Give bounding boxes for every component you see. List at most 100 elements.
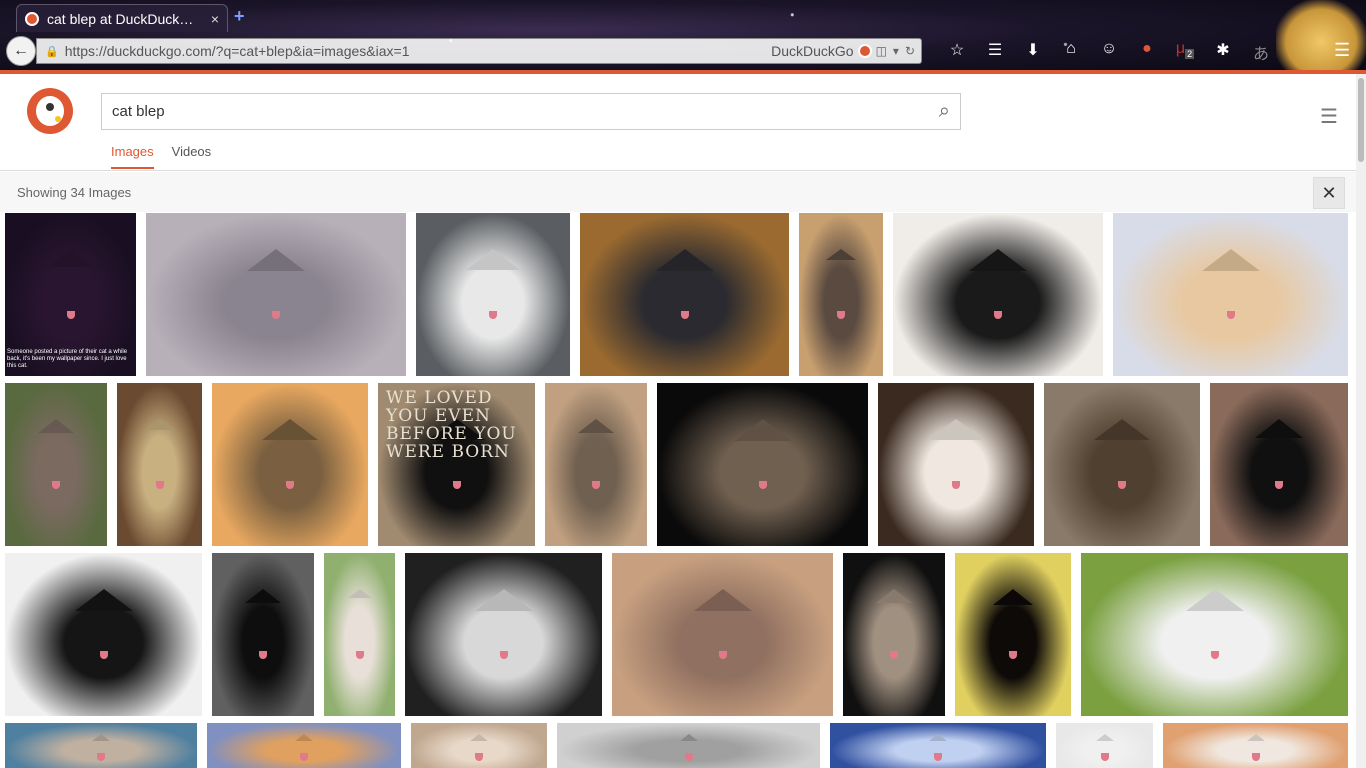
tongue-blep	[66, 310, 75, 319]
tongue-blep	[718, 650, 727, 659]
image-result-11[interactable]: WE LOVED YOU EVEN BEFORE YOU WERE BORN	[378, 383, 535, 546]
tongue-blep	[684, 753, 693, 761]
cat-photo	[295, 734, 313, 741]
image-result-19[interactable]	[324, 553, 395, 716]
tab-videos[interactable]: Videos	[172, 144, 212, 169]
search-header: ⌕ ☰ Images Videos	[0, 74, 1356, 171]
cat-photo	[733, 418, 792, 441]
image-result-20[interactable]	[405, 553, 602, 716]
browser-tab[interactable]: cat blep at DuckDuck… ×	[16, 4, 228, 32]
cat-photo	[1201, 248, 1260, 271]
ublock-icon[interactable]: μ2	[1166, 40, 1204, 64]
search-box[interactable]: ⌕	[101, 93, 961, 130]
menu-icon[interactable]: ☰	[1320, 104, 1338, 129]
image-result-10[interactable]	[212, 383, 368, 546]
image-result-14[interactable]	[878, 383, 1034, 546]
image-result-1[interactable]: Someone posted a picture of their cat a …	[5, 213, 136, 376]
scrollbar-thumb[interactable]	[1358, 78, 1364, 162]
tongue-blep	[994, 310, 1002, 319]
tongue-blep	[489, 310, 497, 319]
cat-photo	[470, 734, 488, 741]
tongue-blep	[952, 480, 960, 489]
image-result-23[interactable]	[955, 553, 1071, 716]
reload-icon[interactable]: ↻	[905, 44, 915, 58]
ublock-badge: 2	[1185, 49, 1195, 60]
tongue-blep	[1100, 753, 1109, 761]
tongue-blep	[259, 650, 267, 659]
pocket-icon[interactable]: ◫	[876, 44, 887, 58]
doge-theme-image	[1276, 0, 1366, 70]
image-result-16[interactable]	[1210, 383, 1348, 546]
duckduckgo-logo[interactable]	[27, 88, 73, 134]
image-result-25[interactable]	[5, 723, 197, 768]
image-result-12[interactable]	[545, 383, 647, 546]
image-result-17[interactable]	[5, 553, 202, 716]
image-result-18[interactable]	[212, 553, 314, 716]
tongue-blep	[97, 753, 105, 761]
image-result-8[interactable]	[5, 383, 107, 546]
image-result-27[interactable]	[411, 723, 547, 768]
bookmark-star-icon[interactable]: ☆	[938, 40, 976, 64]
duckduckgo-favicon-icon	[25, 11, 39, 26]
new-tab-button[interactable]: +	[234, 6, 245, 27]
tongue-blep	[1118, 480, 1126, 489]
emoji-icon[interactable]: ☺	[1090, 40, 1128, 64]
tongue-blep	[355, 650, 364, 659]
image-overlay-text: WE LOVED YOU EVEN BEFORE YOU WERE BORN	[386, 388, 517, 462]
image-result-31[interactable]	[1163, 723, 1348, 768]
tongue-blep	[286, 480, 294, 489]
image-result-24[interactable]	[1081, 553, 1348, 716]
extension-icon[interactable]: ✱	[1204, 40, 1242, 64]
tongue-blep	[1210, 650, 1219, 659]
search-icon[interactable]: ⌕	[939, 100, 950, 123]
address-bar[interactable]: 🔒 https://duckduckgo.com/?q=cat+blep&ia=…	[36, 38, 922, 64]
home-icon[interactable]: ⌂	[1052, 40, 1090, 64]
url-text[interactable]: https://duckduckgo.com/?q=cat+blep&ia=im…	[65, 43, 771, 59]
image-result-4[interactable]	[580, 213, 789, 376]
image-result-5[interactable]	[799, 213, 883, 376]
page-scrollbar[interactable]	[1356, 74, 1366, 768]
image-result-22[interactable]	[843, 553, 945, 716]
search-input[interactable]	[112, 103, 939, 120]
tab-images[interactable]: Images	[111, 144, 154, 169]
tab-close-icon[interactable]: ×	[211, 11, 219, 27]
toolbar-icons: ☆ ☰ ⬇ ⌂ ☺ ● μ2 ✱ あ	[938, 40, 1280, 64]
cat-photo	[38, 418, 74, 433]
tongue-blep	[1226, 310, 1235, 319]
cat-photo	[1095, 734, 1114, 741]
image-result-29[interactable]	[830, 723, 1046, 768]
duckduckgo-addon-icon[interactable]: ●	[1128, 40, 1166, 64]
search-engine-label: DuckDuckGo	[771, 43, 854, 59]
back-button[interactable]: ←	[6, 36, 36, 66]
close-results-button[interactable]: ✕	[1313, 177, 1345, 209]
image-result-26[interactable]	[207, 723, 401, 768]
lock-icon: 🔒	[45, 45, 59, 58]
tongue-blep	[890, 650, 898, 659]
image-result-13[interactable]	[657, 383, 868, 546]
cat-photo	[929, 734, 947, 741]
reading-list-icon[interactable]: ☰	[976, 40, 1014, 64]
tongue-blep	[680, 310, 689, 319]
cat-photo	[47, 248, 94, 267]
translate-icon[interactable]: あ	[1242, 40, 1280, 64]
cat-photo	[466, 248, 520, 270]
duckduckgo-engine-icon[interactable]	[857, 44, 872, 58]
image-result-15[interactable]	[1044, 383, 1200, 546]
tongue-blep	[52, 480, 60, 489]
tongue-blep	[99, 650, 108, 659]
image-result-3[interactable]	[416, 213, 570, 376]
results-bar: Showing 34 Images ✕	[0, 172, 1356, 212]
image-result-21[interactable]	[612, 553, 833, 716]
image-result-6[interactable]	[893, 213, 1103, 376]
image-result-9[interactable]	[117, 383, 202, 546]
image-result-7[interactable]	[1113, 213, 1348, 376]
browser-menu-icon[interactable]: ☰	[1334, 40, 1350, 61]
tongue-blep	[1009, 650, 1017, 659]
browser-chrome: cat blep at DuckDuck… × + ← 🔒 https://du…	[0, 0, 1366, 74]
cat-photo	[578, 418, 614, 433]
image-result-30[interactable]	[1056, 723, 1153, 768]
dropdown-arrow-icon[interactable]: ▾	[893, 44, 899, 58]
download-icon[interactable]: ⬇	[1014, 40, 1052, 64]
image-result-28[interactable]	[557, 723, 820, 768]
image-result-2[interactable]	[146, 213, 406, 376]
